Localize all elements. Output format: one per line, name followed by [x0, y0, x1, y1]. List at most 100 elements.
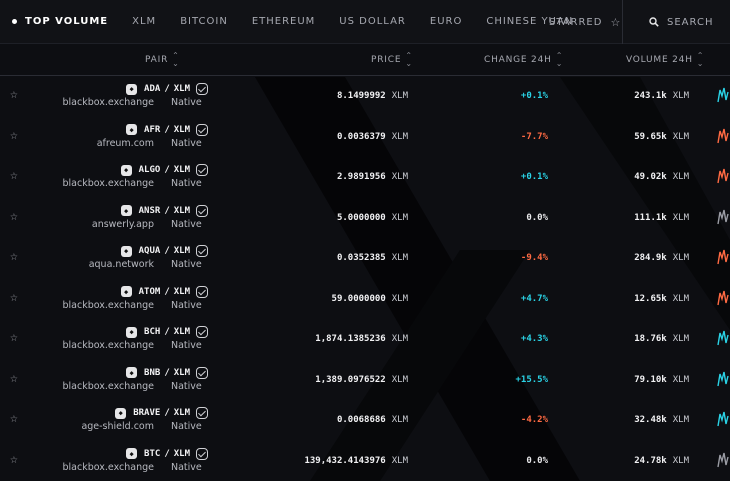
tab-euro[interactable]: EURO: [418, 0, 474, 44]
price-value: 139,432.4143976: [304, 455, 386, 466]
table-row[interactable]: ☆ ◆ BNB / XLM blackbox.exchange Native 1…: [0, 360, 730, 401]
star-toggle-icon[interactable]: ☆: [10, 371, 18, 386]
table-row[interactable]: ☆ ◆ ALGO / XLM blackbox.exchange Native …: [0, 157, 730, 198]
change-value: -4.2%: [520, 415, 548, 425]
sort-change-button[interactable]: CHANGE 24H ⌃ ⌄: [484, 44, 563, 76]
verified-icon: [196, 366, 208, 379]
volume-cell: 111.1k XLM: [634, 213, 689, 223]
afr-icon: ◆: [126, 124, 138, 135]
price-cell: 1,389.0976522 XLM: [315, 375, 408, 385]
pair-name: ◆ AQUA / XLM: [120, 245, 208, 257]
price-cell: 1,874.1385236 XLM: [315, 334, 408, 344]
price-cell: 8.1499992 XLM: [337, 91, 408, 101]
volume-value: 79.10k: [634, 374, 667, 385]
star-toggle-icon[interactable]: ☆: [10, 250, 18, 264]
sort-price-button[interactable]: PRICE ⌃ ⌄: [371, 44, 413, 76]
pair-name: ◆ ALGO / XLM: [120, 164, 208, 176]
quote-issuer: Native: [171, 178, 202, 189]
quote-asset: XLM: [173, 367, 190, 378]
price-value: 0.0352385: [336, 253, 386, 263]
pair-separator: /: [164, 84, 170, 94]
star-toggle-icon[interactable]: ☆: [10, 88, 18, 102]
volume-unit: XLM: [672, 334, 689, 344]
quote-issuer: Native: [171, 421, 202, 432]
quote-issuer: Native: [171, 299, 202, 311]
table-row[interactable]: ☆ ◆ AQUA / XLM aqua.network Native 0.035…: [0, 238, 730, 279]
price-unit: XLM: [391, 212, 408, 223]
verified-icon: [196, 326, 208, 338]
aqua-icon: ◆: [120, 245, 132, 257]
tab-label: BITCOIN: [180, 16, 228, 27]
quote-issuer: Native: [171, 259, 202, 270]
table-row[interactable]: ☆ ◆ BCH / XLM blackbox.exchange Native 1…: [0, 319, 730, 360]
star-toggle-icon[interactable]: ☆: [10, 412, 18, 426]
issuer-domain: aqua.network: [88, 259, 154, 270]
search-button[interactable]: SEARCH: [622, 0, 730, 44]
issuer-domain: blackbox.exchange: [62, 299, 154, 311]
volume-unit: XLM: [672, 415, 689, 425]
verified-icon: [196, 285, 208, 298]
star-toggle-icon[interactable]: ☆: [10, 169, 18, 183]
price-cell: 59.0000000 XLM: [332, 294, 408, 304]
starred-button[interactable]: STARRED ☆: [549, 0, 621, 44]
btc-icon: ◆: [126, 448, 138, 459]
table-row[interactable]: ☆ ◆ ADA / XLM blackbox.exchange Native 8…: [0, 76, 730, 117]
table-row[interactable]: ☆ ◆ BRAVE / XLM age-shield.com Native 0.…: [0, 400, 730, 441]
tab-bitcoin[interactable]: BITCOIN: [168, 0, 240, 44]
tab-ethereum[interactable]: ETHEREUM: [240, 0, 327, 44]
volume-cell: 18.76k XLM: [634, 334, 689, 344]
price-value: 59.0000000: [331, 293, 386, 304]
price-value: 0.0068686: [336, 415, 386, 425]
table-row[interactable]: ☆ ◆ AFR / XLM afreum.com Native 0.003637…: [0, 117, 730, 158]
table-row[interactable]: ☆ ◆ ANSR / XLM answerly.app Native 5.000…: [0, 198, 730, 239]
star-toggle-icon[interactable]: ☆: [10, 452, 18, 467]
star-toggle-icon[interactable]: ☆: [10, 290, 18, 305]
volume-value: 243.1k: [634, 91, 667, 101]
sort-pair-button[interactable]: PAIR ⌃ ⌄: [145, 44, 180, 76]
change-value: +4.3%: [520, 334, 548, 344]
verified-icon: [196, 83, 208, 95]
tab-label: EURO: [429, 16, 463, 27]
star-icon: ☆: [610, 15, 622, 29]
pair-separator: /: [164, 205, 170, 216]
issuer-domain: age-shield.com: [81, 421, 154, 432]
change-value: +15.5%: [515, 374, 548, 385]
price-unit: XLM: [391, 91, 408, 101]
table-row[interactable]: ☆ ◆ ATOM / XLM blackbox.exchange Native …: [0, 279, 730, 320]
star-toggle-icon[interactable]: ☆: [10, 209, 18, 224]
pair-separator: /: [164, 246, 170, 256]
price-value: 8.1499992: [336, 91, 386, 101]
tab-label: ETHEREUM: [251, 16, 316, 27]
quote-issuer: Native: [171, 218, 202, 230]
base-asset: BNB: [144, 367, 161, 378]
price-cell: 0.0036379 XLM: [337, 132, 408, 142]
change-value: -9.4%: [520, 253, 548, 263]
quote-asset: XLM: [173, 327, 190, 337]
pair-separator: /: [164, 286, 170, 297]
algo-icon: ◆: [120, 164, 132, 176]
pair-separator: /: [164, 448, 170, 459]
base-asset: AQUA: [138, 246, 161, 256]
quote-asset: XLM: [173, 286, 190, 297]
star-toggle-icon[interactable]: ☆: [10, 128, 18, 143]
change-value: 0.0%: [526, 212, 548, 223]
tab-us-dollar[interactable]: US DOLLAR: [327, 0, 418, 44]
sort-icon: ⌃ ⌄: [405, 51, 413, 68]
sparkline-line: [717, 330, 729, 346]
volume-cell: 59.65k XLM: [634, 132, 689, 142]
column-label-pair: PAIR: [145, 55, 169, 65]
tab-top-volume[interactable]: TOP VOLUME: [0, 0, 120, 44]
sparkline-line: [717, 249, 729, 265]
sparkline-line: [717, 290, 729, 305]
table-row[interactable]: ☆ ◆ BTC / XLM blackbox.exchange Native 1…: [0, 441, 730, 481]
pair-name: ◆ ANSR / XLM: [120, 204, 208, 217]
sort-volume-button[interactable]: VOLUME 24H ⌃ ⌄: [626, 44, 704, 76]
atom-icon: ◆: [120, 286, 132, 297]
starred-label: STARRED: [549, 16, 603, 28]
pair-separator: /: [164, 124, 170, 135]
tab-label: US DOLLAR: [339, 16, 406, 27]
tab-label: TOP VOLUME: [25, 16, 109, 27]
star-toggle-icon[interactable]: ☆: [10, 331, 18, 345]
volume-value: 59.65k: [634, 131, 667, 142]
tab-xlm[interactable]: XLM: [120, 0, 168, 44]
